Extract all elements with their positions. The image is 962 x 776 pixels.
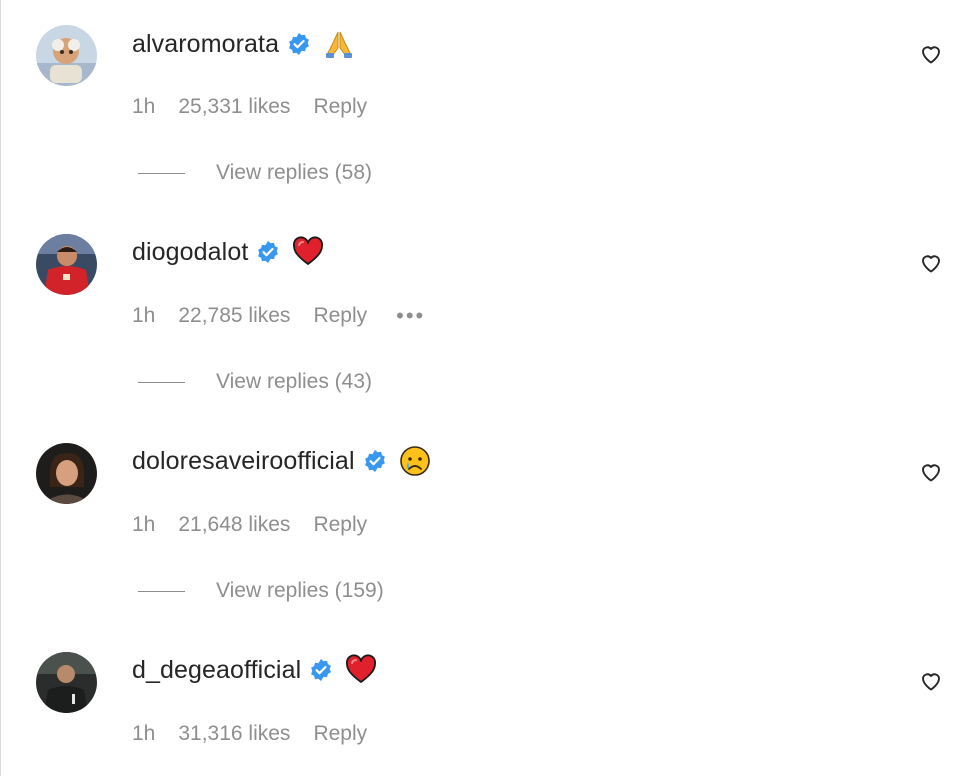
red-heart-icon [345, 654, 377, 686]
divider-line [138, 381, 185, 383]
likes-count[interactable]: 31,316 likes [178, 722, 290, 746]
divider-line [138, 590, 185, 592]
view-replies-button[interactable]: View replies (58) [138, 158, 372, 188]
view-replies-label: View replies (58) [216, 161, 373, 184]
comment-header: d_degeaofficial [132, 654, 377, 686]
avatar[interactable] [36, 443, 97, 504]
view-replies-button[interactable]: View replies (43) [138, 367, 372, 397]
comments-panel: alvaromorata 1h 25,331 likes Reply View … [0, 0, 962, 776]
verified-badge-icon [256, 240, 280, 264]
reply-button[interactable]: Reply [313, 722, 367, 746]
avatar[interactable] [36, 234, 97, 295]
verified-badge-icon [309, 658, 333, 682]
username[interactable]: doloresaveiroofficial [132, 447, 355, 476]
timestamp: 1h [132, 304, 156, 327]
more-options-icon[interactable]: ••• [396, 303, 425, 329]
verified-badge-icon [363, 449, 387, 473]
verified-badge-icon [287, 32, 311, 56]
username[interactable]: diogodalot [132, 238, 248, 267]
avatar[interactable] [36, 652, 97, 713]
reply-button[interactable]: Reply [313, 95, 367, 119]
comment-meta: 1h 31,316 likes Reply [132, 719, 367, 749]
comment-meta: 1h 25,331 likes Reply [132, 92, 367, 122]
timestamp: 1h [132, 513, 156, 536]
comment-header: doloresaveiroofficial [132, 445, 431, 477]
likes-count[interactable]: 21,648 likes [178, 513, 290, 537]
view-replies-button[interactable]: View replies (159) [138, 576, 384, 606]
divider-line [138, 172, 185, 174]
likes-count[interactable]: 22,785 likes [178, 304, 290, 328]
view-replies-label: View replies (43) [216, 370, 373, 393]
avatar[interactable] [36, 25, 97, 86]
comment-meta: 1h 22,785 likes Reply ••• [132, 301, 425, 331]
username[interactable]: d_degeaofficial [132, 656, 301, 685]
folded-hands-icon [323, 28, 355, 60]
comment-header: diogodalot [132, 236, 324, 268]
red-heart-icon [292, 236, 324, 268]
view-replies-label: View replies (159) [216, 579, 384, 602]
username[interactable]: alvaromorata [132, 30, 279, 59]
timestamp: 1h [132, 95, 156, 118]
likes-count[interactable]: 25,331 likes [178, 95, 290, 119]
comment-meta: 1h 21,648 likes Reply [132, 510, 367, 540]
like-heart-icon[interactable] [919, 42, 943, 66]
reply-button[interactable]: Reply [313, 304, 367, 328]
like-heart-icon[interactable] [919, 460, 943, 484]
timestamp: 1h [132, 722, 156, 745]
comment-header: alvaromorata [132, 28, 355, 60]
crying-face-icon [399, 445, 431, 477]
like-heart-icon[interactable] [919, 669, 943, 693]
reply-button[interactable]: Reply [313, 513, 367, 537]
like-heart-icon[interactable] [919, 251, 943, 275]
